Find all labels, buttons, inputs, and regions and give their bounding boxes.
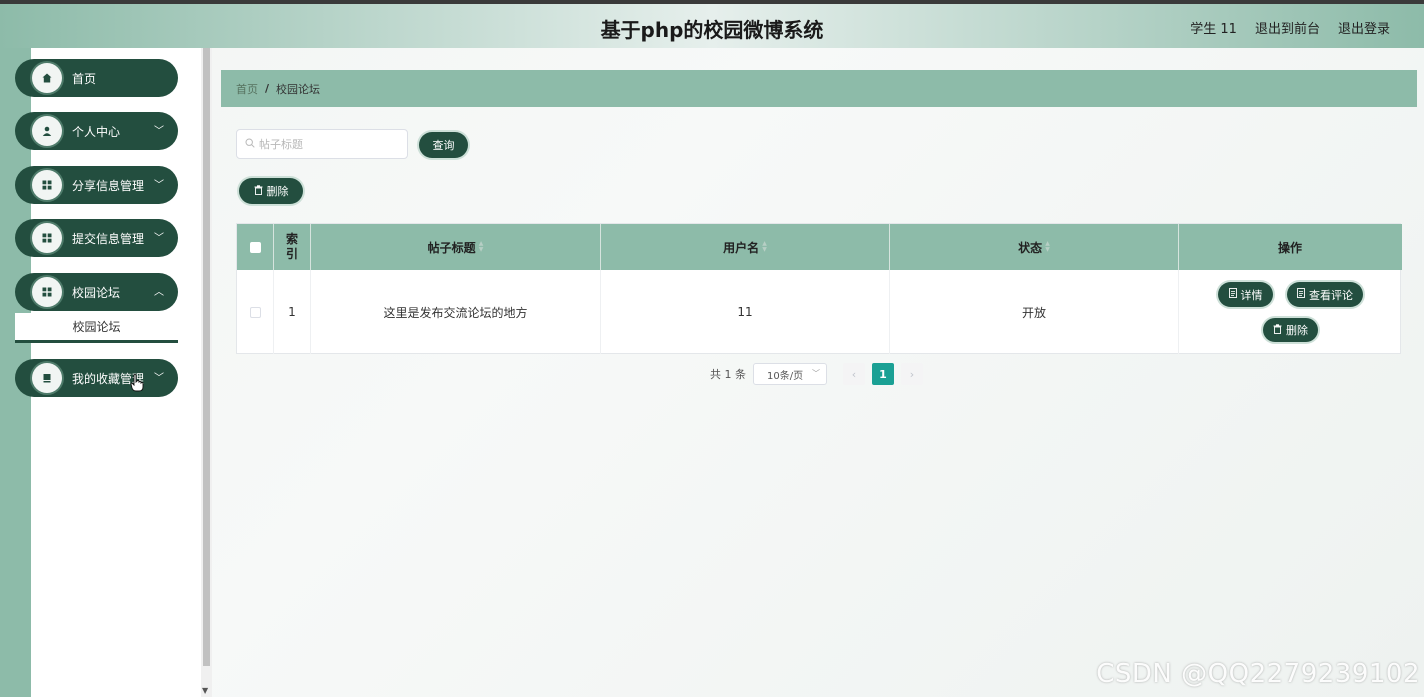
detail-button-label: 详情 [1240, 288, 1263, 302]
view-comments-label: 查看评论 [1309, 288, 1353, 302]
query-button[interactable]: 查询 [419, 132, 468, 158]
sidebar-item-share-info[interactable]: 分享信息管理 ﹀ [15, 166, 178, 204]
trash-icon [254, 184, 263, 198]
grid-icon [32, 170, 62, 200]
user-label: 学生 11 [1190, 22, 1237, 37]
document-icon [1297, 288, 1305, 301]
row-delete-label: 删除 [1286, 324, 1308, 337]
chevron-down-icon: ﹀ [154, 233, 164, 244]
query-button-label: 查询 [432, 139, 455, 152]
pagination-total: 共 1 条 [710, 363, 746, 385]
breadcrumb-current: 校园论坛 [276, 82, 321, 96]
chevron-right-icon: › [909, 367, 915, 381]
hand-cursor-icon [130, 374, 144, 395]
row-select[interactable] [237, 270, 274, 354]
back-to-front-link[interactable]: 退出到前台 [1255, 18, 1320, 37]
sidebar-item-label: 分享信息管理 [72, 178, 145, 193]
breadcrumb: 首页 / 校园论坛 [221, 70, 1417, 107]
header: 基于php的校园微博系统 学生 11 退出到前台 退出登录 [0, 4, 1424, 48]
sidebar-item-label: 个人中心 [72, 124, 121, 139]
batch-delete-button[interactable]: 删除 [239, 178, 303, 204]
header-status-label: 状态 [1018, 240, 1043, 255]
cell-index: 1 [274, 270, 311, 354]
next-page-button[interactable]: › [901, 363, 923, 385]
select-all-checkbox[interactable] [249, 241, 261, 253]
header-username[interactable]: 用户名 ▲ ▼ [601, 224, 890, 270]
sidebar-item-personal-center[interactable]: 个人中心 ﹀ [15, 112, 178, 150]
view-comments-button[interactable]: 查看评论 [1287, 282, 1363, 307]
chevron-up-icon: ︿ [154, 287, 164, 298]
sidebar-scrollbar[interactable]: ▼ [201, 48, 212, 697]
sort-icon[interactable]: ▲ ▼ [1045, 241, 1050, 253]
chevron-down-icon: ﹀ [812, 369, 820, 378]
sidebar-subitem-campus-forum[interactable]: 校园论坛 [15, 313, 178, 343]
chevron-down-icon: ﹀ [154, 180, 164, 191]
header-index: 索引 [274, 224, 311, 270]
grid-icon [32, 277, 62, 307]
sort-icon[interactable]: ▲ ▼ [762, 241, 767, 253]
breadcrumb-home[interactable]: 首页 [236, 81, 258, 97]
chevron-down-icon: ﹀ [154, 126, 164, 137]
header-username-label: 用户名 [723, 240, 760, 255]
total-count: 共 1 条 [710, 368, 746, 381]
sidebar-item-label: 提交信息管理 [72, 231, 145, 246]
sidebar-item-submit-info[interactable]: 提交信息管理 ﹀ [15, 219, 178, 257]
user-icon [32, 116, 62, 146]
search-field[interactable] [236, 129, 408, 159]
cell-title: 这里是发布交流论坛的地方 [311, 270, 601, 354]
detail-button[interactable]: 详情 [1218, 282, 1273, 307]
batch-delete-label: 删除 [266, 185, 289, 198]
logout-link[interactable]: 退出登录 [1338, 18, 1390, 37]
scroll-down-arrow-icon[interactable]: ▼ [202, 686, 208, 695]
page-number-1[interactable]: 1 [872, 363, 894, 385]
row-checkbox[interactable] [249, 306, 261, 318]
sidebar-item-label: 校园论坛 [72, 285, 121, 300]
chevron-down-icon: ﹀ [154, 373, 164, 384]
page-size-value: 10条/页 [767, 370, 804, 382]
sort-icon[interactable]: ▲ ▼ [479, 241, 484, 253]
document-icon [1228, 288, 1237, 301]
header-links: 学生 11 退出到前台 退出登录 [1190, 18, 1390, 37]
breadcrumb-separator: / [265, 82, 270, 95]
row-delete-button[interactable]: 删除 [1263, 318, 1318, 342]
grid-icon [32, 223, 62, 253]
prev-page-button[interactable]: ‹ [843, 363, 865, 385]
trash-icon [1273, 323, 1282, 337]
sidebar-item-home[interactable]: 首页 [15, 59, 178, 97]
header-title-label: 帖子标题 [427, 240, 476, 255]
scrollbar-thumb[interactable] [203, 48, 210, 666]
search-input[interactable] [259, 137, 399, 151]
header-select-all[interactable] [237, 224, 274, 270]
header-actions: 操作 [1277, 240, 1302, 255]
csdn-watermark: CSDN @QQ2279239102 [1096, 659, 1420, 689]
bookmark-icon [32, 363, 62, 393]
search-icon [245, 137, 255, 151]
sidebar-item-label: 首页 [72, 71, 97, 86]
chevron-left-icon: ‹ [851, 367, 857, 381]
cell-status: 开放 [890, 270, 1179, 354]
sidebar-item-my-favorites[interactable]: 我的收藏管理 ﹀ [15, 359, 178, 397]
home-icon [32, 63, 62, 93]
header-status[interactable]: 状态 ▲ ▼ [890, 224, 1179, 270]
cell-username: 11 [601, 270, 890, 354]
header-title[interactable]: 帖子标题 ▲ ▼ [311, 224, 601, 270]
page-size-select[interactable]: 10条/页 ﹀ [753, 363, 827, 385]
sidebar-item-campus-forum[interactable]: 校园论坛 ︿ [15, 273, 178, 311]
